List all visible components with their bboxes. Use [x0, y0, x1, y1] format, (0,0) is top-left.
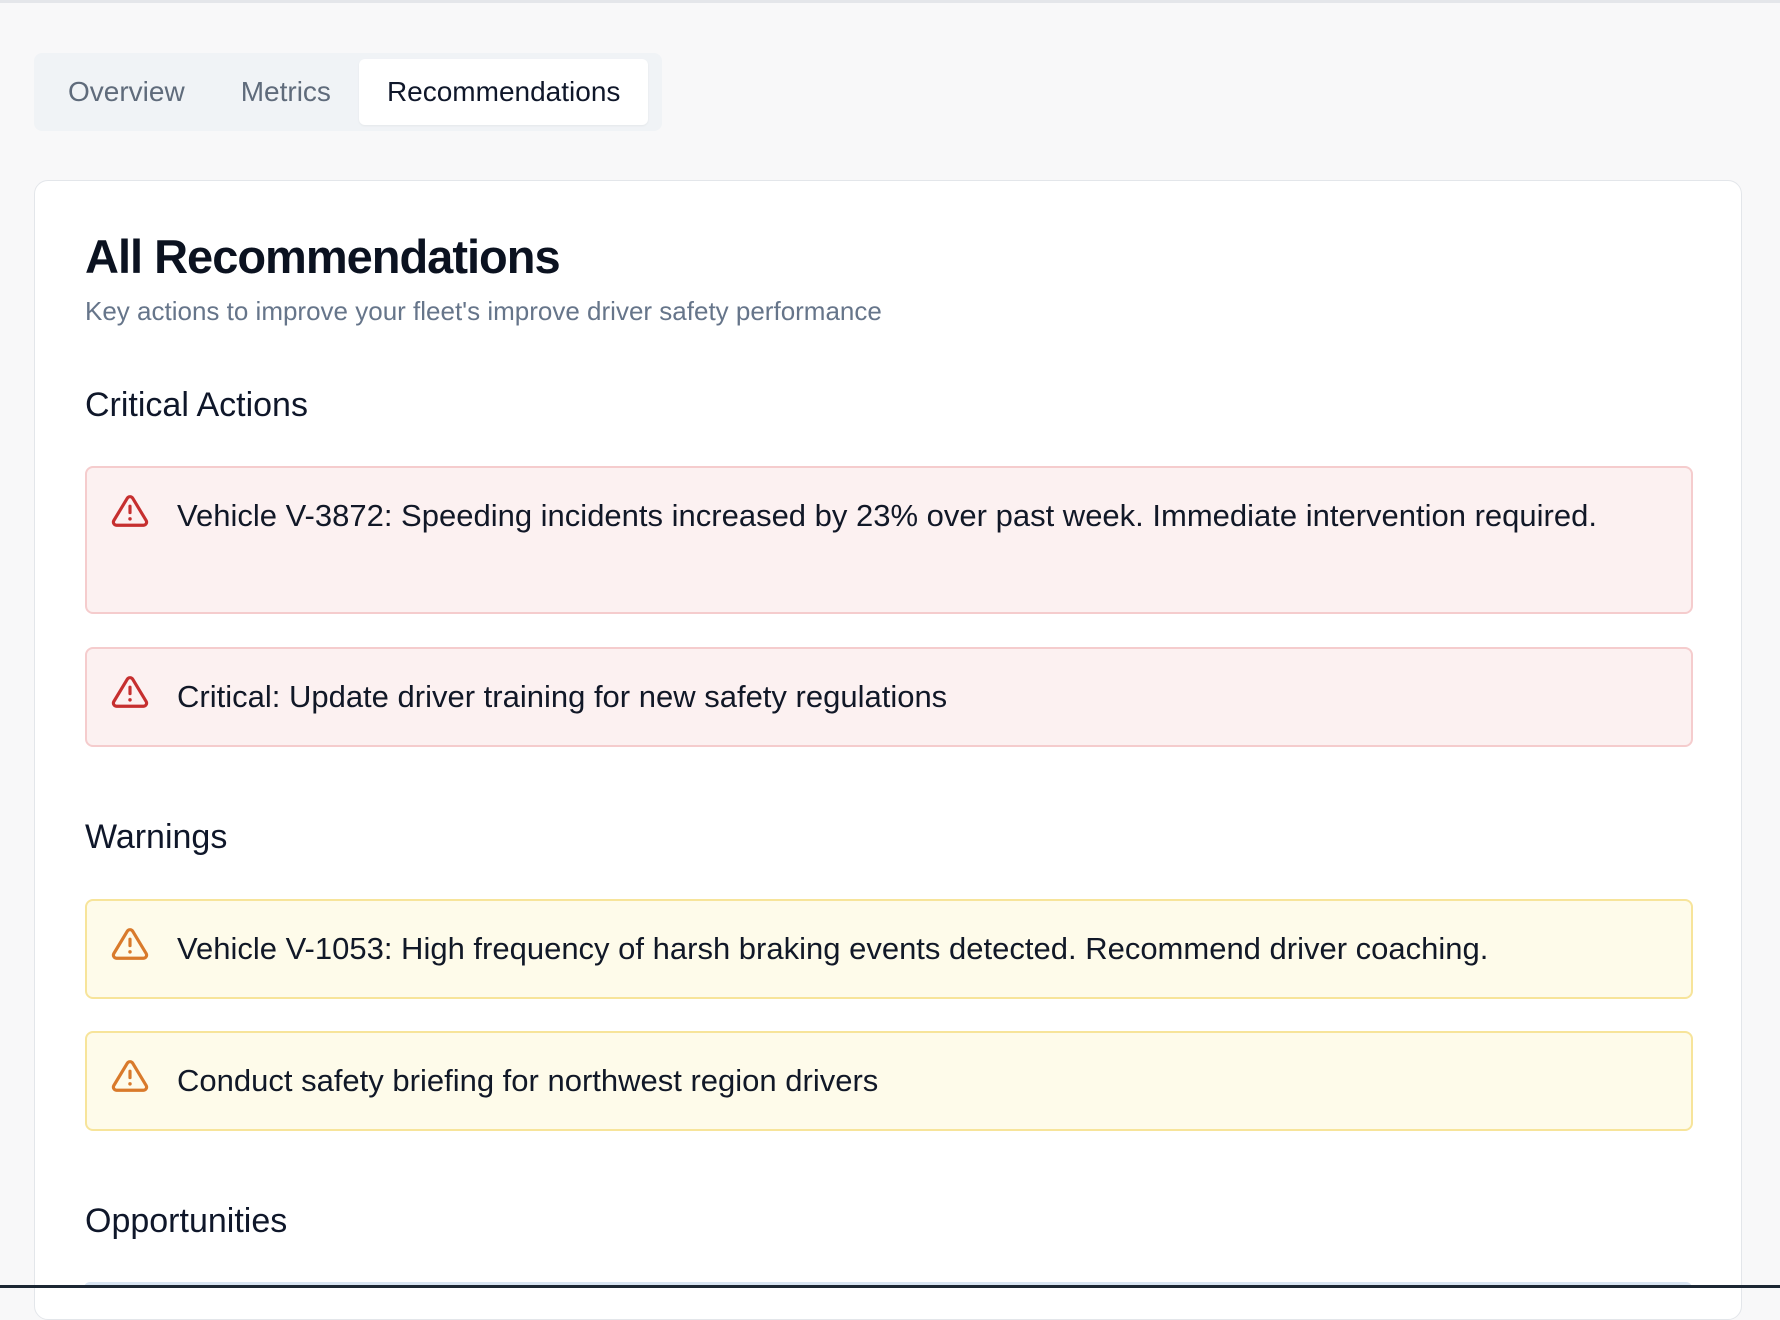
warning-alert: Vehicle V-1053: High frequency of harsh … [85, 899, 1693, 999]
top-divider [0, 0, 1780, 3]
critical-alert: Critical: Update driver training for new… [85, 647, 1693, 747]
alert-triangle-icon [111, 1060, 149, 1092]
warning-alert: Conduct safety briefing for northwest re… [85, 1031, 1693, 1131]
tab-overview[interactable]: Overview [40, 59, 213, 125]
tab-metrics[interactable]: Metrics [213, 59, 359, 125]
tab-bar: Overview Metrics Recommendations [34, 53, 662, 131]
alert-text: Vehicle V-1053: High frequency of harsh … [177, 931, 1489, 966]
section-title-critical: Critical Actions [85, 386, 308, 424]
section-title-warnings: Warnings [85, 818, 228, 856]
alert-triangle-icon [111, 676, 149, 708]
alert-text: Vehicle V-3872: Speeding incidents incre… [177, 498, 1597, 533]
card-title: All Recommendations [85, 230, 561, 283]
recommendations-card: All Recommendations Key actions to impro… [34, 180, 1742, 1320]
alert-triangle-icon [111, 495, 149, 527]
tab-recommendations[interactable]: Recommendations [358, 59, 649, 125]
alert-text: Critical: Update driver training for new… [177, 679, 948, 714]
alert-text: Conduct safety briefing for northwest re… [177, 1063, 879, 1098]
section-title-opportunities: Opportunities [85, 1202, 288, 1240]
critical-alert: Vehicle V-3872: Speeding incidents incre… [85, 466, 1693, 614]
alert-triangle-icon [111, 928, 149, 960]
card-subtitle: Key actions to improve your fleet's impr… [85, 296, 882, 326]
